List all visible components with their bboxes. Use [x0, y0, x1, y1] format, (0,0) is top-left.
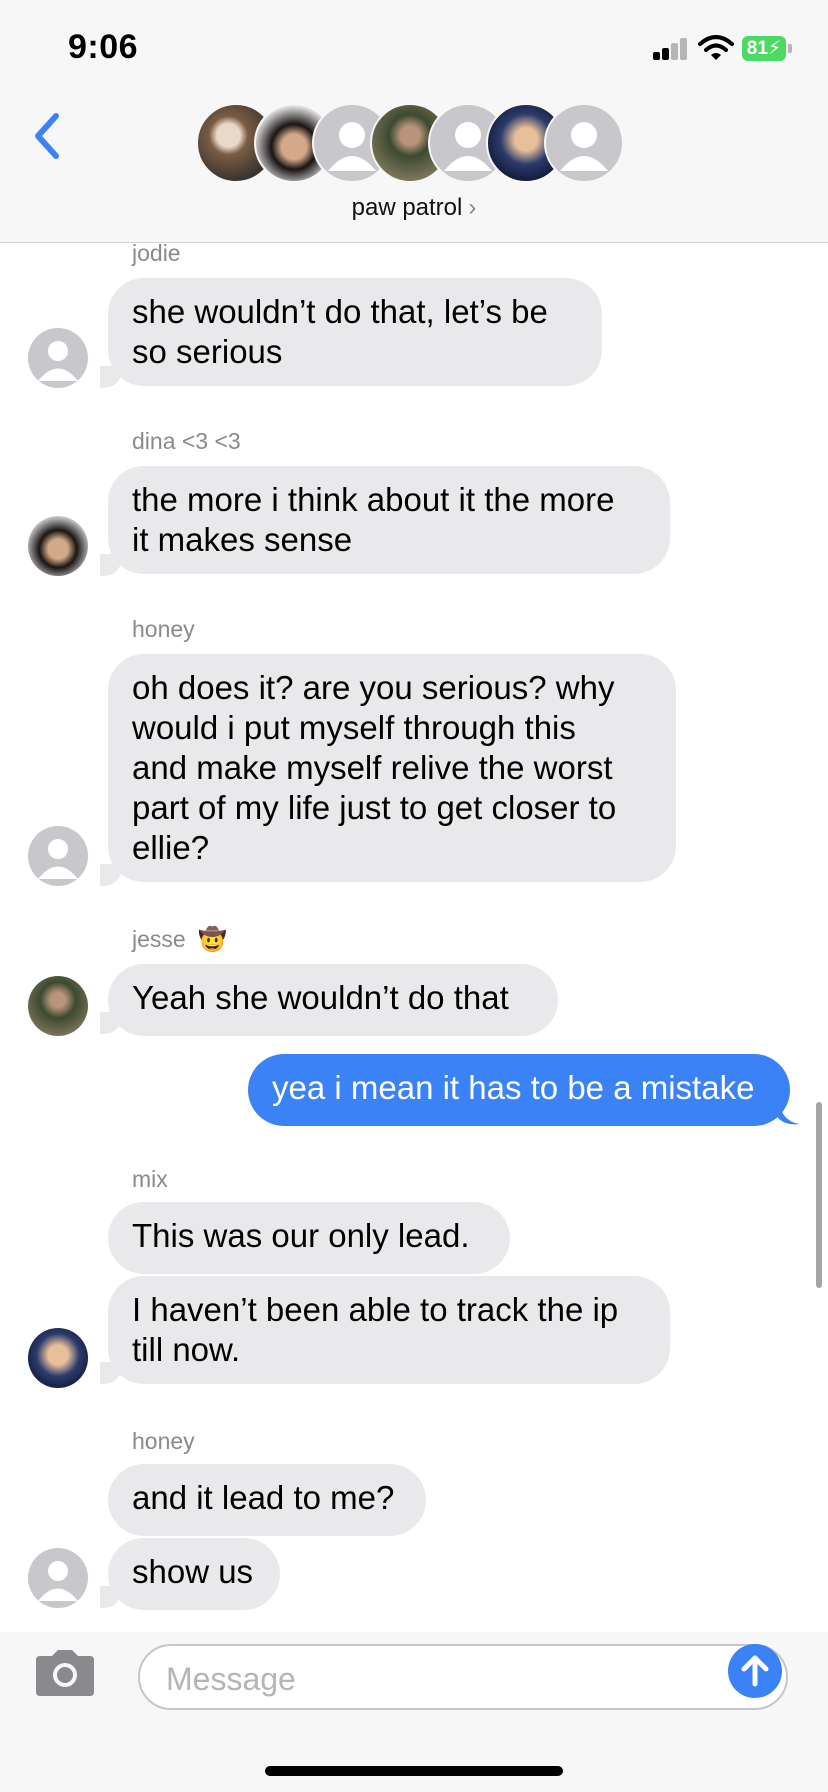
battery-level: 81 — [746, 37, 768, 59]
battery-icon: 81 ⚡ — [742, 36, 786, 61]
avatar[interactable] — [28, 826, 88, 886]
message-line: she wouldn’t do that, let’s be — [132, 293, 548, 330]
sender-name-text: jesse — [132, 926, 186, 952]
message-line: ellie? — [132, 829, 210, 866]
sender-name: jodie — [132, 240, 181, 266]
sent-bubble-tail — [778, 1100, 800, 1125]
message-input-field[interactable] — [138, 1644, 788, 1710]
message-bubble[interactable]: Yeah she wouldn’t do that — [108, 964, 558, 1036]
message-bubble[interactable]: and it lead to me? — [108, 1464, 426, 1536]
message-line: and it lead to me? — [132, 1479, 395, 1516]
message-line: the more i think about it the more — [132, 481, 615, 518]
message-line: it makes sense — [132, 521, 353, 558]
battery-tip — [788, 44, 792, 53]
message-bubble[interactable]: This was our only lead. — [108, 1202, 510, 1274]
chevron-right-icon: › — [468, 194, 477, 221]
message-line: oh does it? are you serious? why — [132, 669, 615, 706]
group-name[interactable]: paw patrol › — [0, 194, 828, 222]
message-line: show us — [132, 1553, 254, 1590]
sender-name: jesse 🤠 — [132, 926, 227, 953]
message-input[interactable] — [164, 1656, 708, 1702]
avatar[interactable] — [28, 1548, 88, 1608]
avatar[interactable] — [28, 516, 88, 576]
wifi-icon — [698, 35, 734, 60]
message-bubble[interactable]: the more i think about it the more it ma… — [108, 466, 670, 574]
sender-name: dina <3 <3 — [132, 428, 241, 454]
avatar[interactable] — [28, 1328, 88, 1388]
message-bubble[interactable]: I haven’t been able to track the ip till… — [108, 1276, 670, 1384]
message-bubble[interactable]: show us — [108, 1538, 280, 1610]
message-line: and make myself relive the worst — [132, 749, 613, 786]
send-arrow-icon — [741, 1655, 769, 1687]
sender-name: mix — [132, 1166, 168, 1192]
sent-message-bubble[interactable]: yea i mean it has to be a mistake — [248, 1054, 790, 1126]
message-line: This was our only lead. — [132, 1217, 470, 1254]
send-button[interactable] — [728, 1644, 782, 1698]
home-indicator — [265, 1766, 563, 1776]
cowboy-emoji-icon: 🤠 — [198, 926, 227, 952]
message-line: part of my life just to get closer to — [132, 789, 617, 826]
back-chevron-icon[interactable] — [28, 110, 68, 162]
conversation-header: 9:06 81 ⚡ paw patrol › — [0, 0, 828, 243]
member-avatar-7 — [544, 103, 624, 183]
signal-icon — [653, 38, 689, 60]
status-time: 9:06 — [68, 28, 139, 66]
sender-name: honey — [132, 1428, 195, 1454]
avatar[interactable] — [28, 976, 88, 1036]
message-line: so serious — [132, 333, 283, 370]
sender-name: honey — [132, 616, 195, 642]
message-line: till now. — [132, 1331, 241, 1368]
group-avatars[interactable] — [196, 103, 636, 183]
message-line: yea i mean it has to be a mistake — [272, 1069, 755, 1106]
message-line: would i put myself through this — [132, 709, 576, 746]
message-line: Yeah she wouldn’t do that — [132, 979, 509, 1016]
avatar[interactable] — [28, 328, 88, 388]
message-bubble[interactable]: oh does it? are you serious? why would i… — [108, 654, 676, 882]
camera-icon[interactable] — [32, 1648, 98, 1698]
scrollbar[interactable] — [816, 1102, 822, 1288]
message-bubble[interactable]: she wouldn’t do that, let’s be so seriou… — [108, 278, 602, 386]
message-line: I haven’t been able to track the ip — [132, 1291, 619, 1328]
group-name-label: paw patrol — [351, 194, 463, 221]
